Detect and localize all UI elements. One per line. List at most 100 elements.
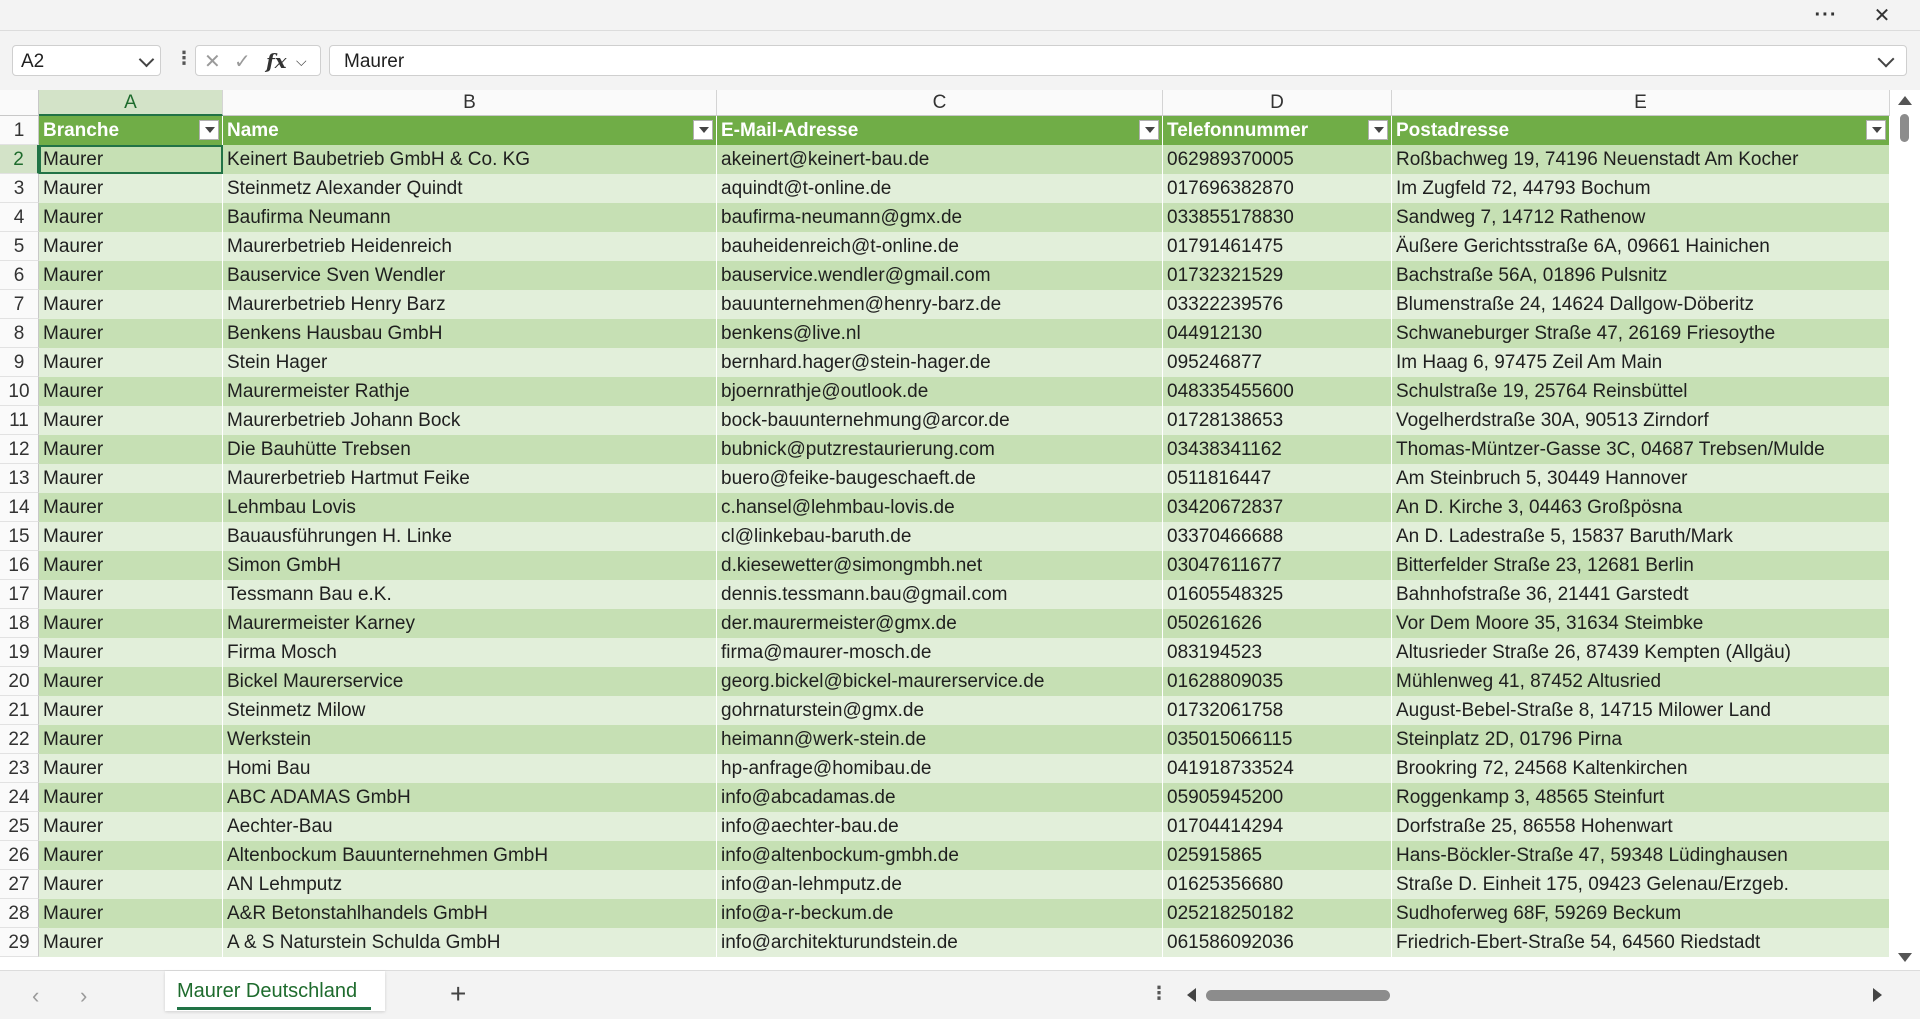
table-cell[interactable]: Schwaneburger Straße 47, 26169 Friesoyth… bbox=[1392, 319, 1890, 348]
filter-dropdown-icon[interactable] bbox=[693, 120, 713, 140]
next-sheet-icon[interactable]: › bbox=[80, 983, 87, 1009]
table-cell[interactable]: ABC ADAMAS GmbH bbox=[223, 783, 717, 812]
table-cell[interactable]: Baufirma Neumann bbox=[223, 203, 717, 232]
table-cell[interactable]: Keinert Baubetrieb GmbH & Co. KG bbox=[223, 145, 717, 174]
table-cell[interactable]: d.kiesewetter@simongmbh.net bbox=[717, 551, 1163, 580]
table-cell[interactable]: Bahnhofstraße 36, 21441 Garstedt bbox=[1392, 580, 1890, 609]
table-cell[interactable]: Maurerbetrieb Henry Barz bbox=[223, 290, 717, 319]
table-cell[interactable]: georg.bickel@bickel-maurerservice.de bbox=[717, 667, 1163, 696]
column-header[interactable]: A bbox=[39, 90, 223, 116]
row-number[interactable]: 6 bbox=[0, 261, 39, 290]
table-cell[interactable]: A & S Naturstein Schulda GmbH bbox=[223, 928, 717, 957]
table-cell[interactable]: Die Bauhütte Trebsen bbox=[223, 435, 717, 464]
row-number[interactable]: 21 bbox=[0, 696, 39, 725]
table-cell[interactable]: An D. Kirche 3, 04463 Großpösna bbox=[1392, 493, 1890, 522]
table-cell[interactable]: bock-bauunternehmung@arcor.de bbox=[717, 406, 1163, 435]
row-number[interactable]: 29 bbox=[0, 928, 39, 957]
row-number[interactable]: 11 bbox=[0, 406, 39, 435]
row-number[interactable]: 10 bbox=[0, 377, 39, 406]
table-cell[interactable]: Steinplatz 2D, 01796 Pirna bbox=[1392, 725, 1890, 754]
table-cell[interactable]: 095246877 bbox=[1163, 348, 1392, 377]
table-cell[interactable]: 03322239576 bbox=[1163, 290, 1392, 319]
table-cell[interactable]: info@aechter-bau.de bbox=[717, 812, 1163, 841]
table-cell[interactable]: An D. Ladestraße 5, 15837 Baruth/Mark bbox=[1392, 522, 1890, 551]
chevron-down-icon[interactable]: ⌵ bbox=[296, 53, 307, 70]
table-cell[interactable]: Steinmetz Milow bbox=[223, 696, 717, 725]
table-cell[interactable]: info@an-lehmputz.de bbox=[717, 870, 1163, 899]
scroll-down-icon[interactable] bbox=[1898, 953, 1912, 962]
table-cell[interactable]: 061586092036 bbox=[1163, 928, 1392, 957]
row-number[interactable]: 18 bbox=[0, 609, 39, 638]
table-cell[interactable]: benkens@live.nl bbox=[717, 319, 1163, 348]
table-cell[interactable]: Sandweg 7, 14712 Rathenow bbox=[1392, 203, 1890, 232]
table-cell[interactable]: Firma Mosch bbox=[223, 638, 717, 667]
table-cell[interactable]: Maurer bbox=[39, 145, 223, 174]
table-cell[interactable]: Maurer bbox=[39, 783, 223, 812]
row-number[interactable]: 25 bbox=[0, 812, 39, 841]
table-cell[interactable]: Bickel Maurerservice bbox=[223, 667, 717, 696]
table-cell[interactable]: info@a-r-beckum.de bbox=[717, 899, 1163, 928]
vertical-dots-icon[interactable]: ⋮ bbox=[175, 48, 193, 69]
expand-formula-icon[interactable] bbox=[1877, 50, 1895, 68]
table-cell[interactable]: 033855178830 bbox=[1163, 203, 1392, 232]
table-cell[interactable]: Schulstraße 19, 25764 Reinsbüttel bbox=[1392, 377, 1890, 406]
table-cell[interactable]: 03370466688 bbox=[1163, 522, 1392, 551]
previous-sheet-icon[interactable]: ‹ bbox=[32, 983, 39, 1009]
row-number[interactable]: 4 bbox=[0, 203, 39, 232]
row-number[interactable]: 23 bbox=[0, 754, 39, 783]
table-cell[interactable]: bauunternehmen@henry-barz.de bbox=[717, 290, 1163, 319]
table-cell[interactable]: Im Haag 6, 97475 Zeil Am Main bbox=[1392, 348, 1890, 377]
table-cell[interactable]: August-Bebel-Straße 8, 14715 Milower Lan… bbox=[1392, 696, 1890, 725]
table-cell[interactable]: 03047611677 bbox=[1163, 551, 1392, 580]
table-cell[interactable]: aquindt@t-online.de bbox=[717, 174, 1163, 203]
table-cell[interactable]: Maurerbetrieb Heidenreich bbox=[223, 232, 717, 261]
table-cell[interactable]: 01791461475 bbox=[1163, 232, 1392, 261]
table-cell[interactable]: 041918733524 bbox=[1163, 754, 1392, 783]
table-cell[interactable]: dennis.tessmann.bau@gmail.com bbox=[717, 580, 1163, 609]
table-cell[interactable]: Maurerbetrieb Johann Bock bbox=[223, 406, 717, 435]
table-cell[interactable]: Bitterfelder Straße 23, 12681 Berlin bbox=[1392, 551, 1890, 580]
table-cell[interactable]: Maurer bbox=[39, 377, 223, 406]
row-number[interactable]: 15 bbox=[0, 522, 39, 551]
table-cell[interactable]: Altenbockum Bauunternehmen GmbH bbox=[223, 841, 717, 870]
table-cell[interactable]: Maurermeister Karney bbox=[223, 609, 717, 638]
row-number[interactable]: 22 bbox=[0, 725, 39, 754]
scroll-right-icon[interactable] bbox=[1873, 988, 1882, 1002]
table-cell[interactable]: Maurer bbox=[39, 319, 223, 348]
table-cell[interactable]: 035015066115 bbox=[1163, 725, 1392, 754]
select-all-corner[interactable] bbox=[0, 90, 39, 116]
table-cell[interactable]: Maurer bbox=[39, 841, 223, 870]
table-cell[interactable]: buero@feike-baugeschaeft.de bbox=[717, 464, 1163, 493]
table-cell[interactable]: Maurer bbox=[39, 493, 223, 522]
table-cell[interactable]: Im Zugfeld 72, 44793 Bochum bbox=[1392, 174, 1890, 203]
table-cell[interactable]: firma@maurer-mosch.de bbox=[717, 638, 1163, 667]
table-cell[interactable]: bauheidenreich@t-online.de bbox=[717, 232, 1163, 261]
table-cell[interactable]: Maurer bbox=[39, 899, 223, 928]
column-header[interactable]: C bbox=[717, 90, 1163, 116]
table-cell[interactable]: c.hansel@lehmbau-lovis.de bbox=[717, 493, 1163, 522]
enter-icon[interactable]: ✓ bbox=[234, 49, 251, 74]
table-cell[interactable]: Vogelherdstraße 30A, 90513 Zirndorf bbox=[1392, 406, 1890, 435]
table-cell[interactable]: 048335455600 bbox=[1163, 377, 1392, 406]
cancel-icon[interactable]: ✕ bbox=[204, 49, 221, 74]
table-cell[interactable]: Maurer bbox=[39, 754, 223, 783]
row-number[interactable]: 14 bbox=[0, 493, 39, 522]
table-cell[interactable]: Sudhoferweg 68F, 59269 Beckum bbox=[1392, 899, 1890, 928]
table-cell[interactable]: 025915865 bbox=[1163, 841, 1392, 870]
filter-dropdown-icon[interactable] bbox=[1368, 120, 1388, 140]
filter-dropdown-icon[interactable] bbox=[1866, 120, 1886, 140]
table-cell[interactable]: heimann@werk-stein.de bbox=[717, 725, 1163, 754]
header-cell[interactable]: Name bbox=[223, 116, 717, 145]
column-header[interactable]: E bbox=[1392, 90, 1890, 116]
sheet-tab-maurer-deutschland[interactable]: Maurer Deutschland bbox=[165, 971, 385, 1011]
row-number[interactable]: 27 bbox=[0, 870, 39, 899]
table-cell[interactable]: Maurer bbox=[39, 203, 223, 232]
table-cell[interactable]: Lehmbau Lovis bbox=[223, 493, 717, 522]
row-number[interactable]: 17 bbox=[0, 580, 39, 609]
scroll-left-icon[interactable] bbox=[1187, 988, 1196, 1002]
table-cell[interactable]: Altusrieder Straße 26, 87439 Kempten (Al… bbox=[1392, 638, 1890, 667]
row-number[interactable]: 8 bbox=[0, 319, 39, 348]
table-cell[interactable]: hp-anfrage@homibau.de bbox=[717, 754, 1163, 783]
table-cell[interactable]: 01732321529 bbox=[1163, 261, 1392, 290]
table-cell[interactable]: Roggenkamp 3, 48565 Steinfurt bbox=[1392, 783, 1890, 812]
